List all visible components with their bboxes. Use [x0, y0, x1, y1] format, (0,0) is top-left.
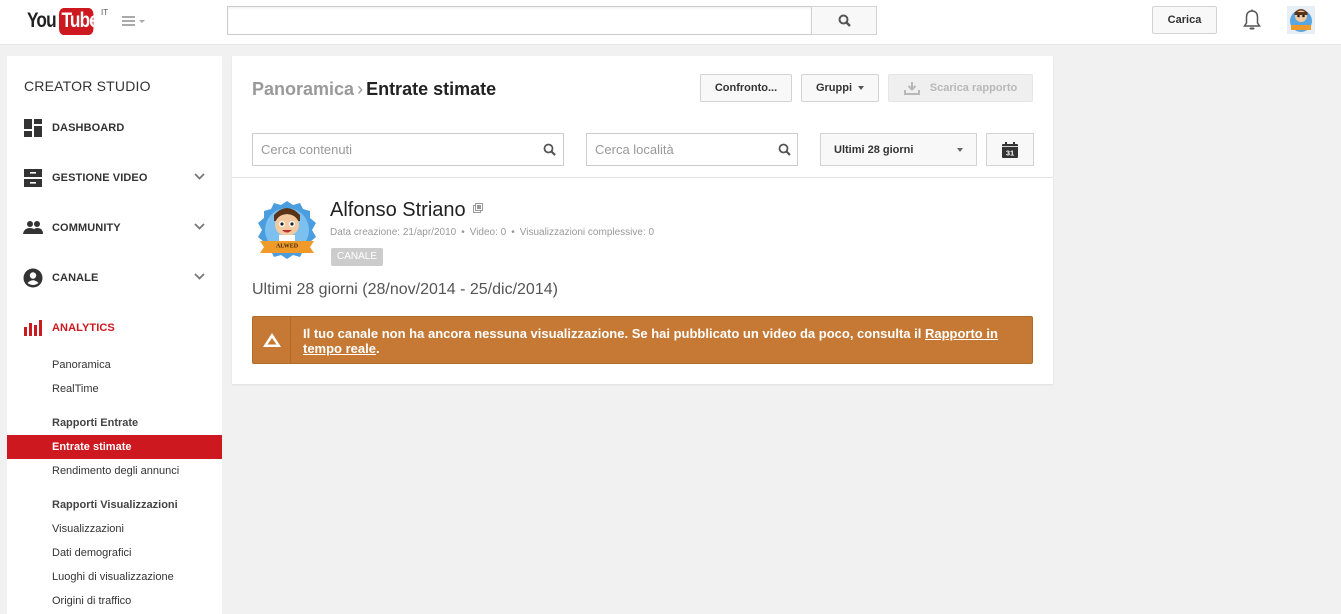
alert-message-suffix: . [375, 341, 380, 356]
dashboard-icon [24, 119, 42, 137]
search-icon[interactable] [535, 143, 563, 156]
sidebar-item-community[interactable]: COMMUNITY [7, 213, 222, 243]
caret-down-icon [139, 20, 145, 23]
community-icon [23, 221, 43, 234]
sidebar-subitem-views[interactable]: Visualizzazioni [7, 517, 222, 541]
sidebar-item-label: GESTIONE VIDEO [52, 172, 148, 184]
creator-studio-sidebar: CREATOR STUDIO DASHBOARD GESTIONE VIDEO … [7, 56, 222, 614]
calendar-icon: 31 [1002, 141, 1018, 158]
channel-type-badge: CANALE [331, 248, 384, 266]
external-link-icon[interactable] [473, 203, 484, 213]
channel-meta: Data creazione: 21/apr/2010 • Video: 0 • Vis… [330, 227, 654, 238]
sidebar-section-views-reports: Rapporti Visualizzazioni [52, 499, 178, 511]
channel-icon [23, 268, 43, 288]
chevron-down-icon[interactable] [194, 173, 205, 180]
sidebar-item-dashboard[interactable]: DASHBOARD [7, 113, 222, 143]
sidebar-subitem-playback-locations[interactable]: Luoghi di visualizzazione [7, 565, 222, 589]
breadcrumb: Panoramica › Entrate stimate [252, 79, 496, 100]
alert-message: Il tuo canale non ha ancora nessuna visu… [303, 326, 1028, 356]
upload-button[interactable]: Carica [1152, 6, 1217, 34]
breadcrumb-overview-link[interactable]: Panoramica [252, 79, 354, 99]
masthead-search-input[interactable] [227, 6, 811, 35]
breadcrumb-separator: › [357, 79, 364, 99]
logo-tube-text: Tube [59, 8, 99, 35]
divider [232, 177, 1053, 178]
sidebar-subitem-realtime[interactable]: RealTime [7, 377, 222, 401]
sidebar-item-label: ANALYTICS [52, 322, 115, 334]
channel-avatar[interactable]: ALWED [254, 197, 320, 263]
separator-dot: • [511, 227, 515, 238]
download-report-label: Scarica rapporto [929, 82, 1018, 94]
masthead-search [227, 6, 877, 35]
groups-label: Gruppi [815, 82, 853, 94]
location-search-input[interactable] [587, 134, 771, 165]
sidebar-subitem-traffic-sources[interactable]: Origini di traffico [7, 589, 222, 613]
chevron-down-icon[interactable] [194, 223, 205, 230]
no-views-alert: Il tuo canale non ha ancora nessuna visu… [252, 316, 1033, 364]
sidebar-subitem-ad-performance[interactable]: Rendimento degli annunci [7, 459, 222, 483]
download-report-button: Scarica rapporto [888, 74, 1033, 102]
chevron-down-icon[interactable] [194, 273, 205, 280]
sidebar-title: CREATOR STUDIO [24, 78, 151, 94]
sidebar-item-analytics[interactable]: ANALYTICS [7, 313, 222, 343]
sidebar-section-revenue-reports: Rapporti Entrate [52, 417, 139, 429]
sidebar-subitem-demographics[interactable]: Dati demografici [7, 541, 222, 565]
channel-name[interactable]: Alfonso Striano [330, 199, 484, 222]
separator-dot: • [461, 227, 465, 238]
report-card: Panoramica › Entrate stimate Confronto... … [232, 56, 1053, 384]
sidebar-subitem-estimated-revenue[interactable]: Entrate stimate [7, 435, 222, 459]
sidebar-item-label: COMMUNITY [52, 222, 121, 234]
guide-menu-button[interactable] [122, 15, 148, 29]
search-icon [838, 14, 851, 27]
date-range-select[interactable]: Ultimi 28 giorni [820, 133, 977, 166]
content-search-input[interactable] [253, 134, 535, 165]
sidebar-subitem-overview[interactable]: Panoramica [7, 353, 222, 377]
warning-triangle-icon [262, 333, 281, 347]
page-title: Entrate stimate [366, 79, 497, 99]
caret-down-icon [957, 148, 963, 152]
video-manager-icon [24, 169, 42, 187]
account-avatar[interactable] [1287, 6, 1315, 34]
download-icon [903, 82, 920, 95]
avatar-banner-text: ALWED [276, 244, 299, 250]
caret-down-icon [858, 86, 865, 90]
logo-country-code: IT [101, 8, 109, 17]
youtube-logo[interactable]: You Tube IT [27, 8, 108, 36]
calendar-day: 31 [1006, 148, 1014, 157]
logo-you-text: You [27, 9, 57, 32]
alert-icon-wrap [253, 317, 291, 363]
date-range-value: Ultimi 28 giorni [834, 143, 914, 156]
channel-video-count: Video: 0 [469, 227, 507, 238]
analytics-icon [24, 320, 42, 336]
hamburger-icon [122, 16, 135, 26]
masthead-search-button[interactable] [811, 6, 877, 35]
report-period-text: Ultimi 28 giorni (28/nov/2014 - 25/dic/2… [252, 281, 558, 298]
location-search-field [586, 133, 798, 166]
channel-total-views: Visualizzazioni complessive: 0 [519, 227, 655, 238]
masthead: You Tube IT Carica [0, 0, 1341, 45]
content-search-field [252, 133, 564, 166]
notifications-bell-icon[interactable] [1242, 9, 1262, 31]
groups-button[interactable]: Gruppi [801, 74, 879, 102]
alert-message-text: Il tuo canale non ha ancora nessuna visu… [303, 326, 925, 341]
sidebar-item-label: CANALE [52, 272, 99, 284]
calendar-button[interactable]: 31 [986, 133, 1034, 166]
channel-created-date: Data creazione: 21/apr/2010 [330, 227, 457, 238]
compare-button[interactable]: Confronto... [700, 74, 792, 102]
sidebar-item-label: DASHBOARD [52, 122, 125, 134]
sidebar-item-channel[interactable]: CANALE [7, 263, 222, 293]
search-icon[interactable] [771, 143, 797, 156]
channel-name-text: Alfonso Striano [330, 199, 466, 221]
sidebar-item-video-manager[interactable]: GESTIONE VIDEO [7, 163, 222, 193]
